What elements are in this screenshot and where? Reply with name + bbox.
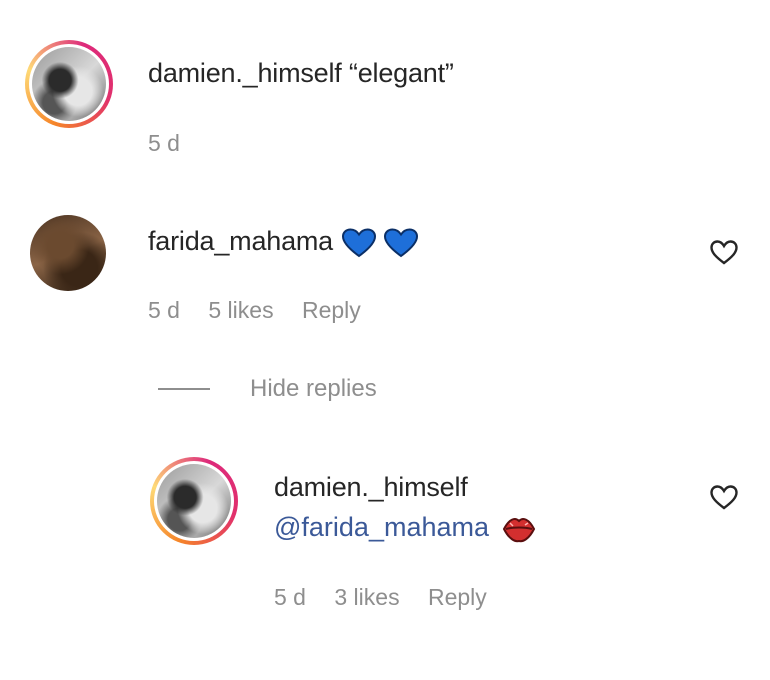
kiss-mark-emoji: [502, 518, 535, 543]
reply-button[interactable]: Reply: [302, 297, 361, 323]
comment-time: 5 d: [148, 130, 180, 156]
like-count[interactable]: 3 likes: [334, 584, 399, 610]
reply-author[interactable]: damien._himself: [274, 472, 468, 503]
comment-meta: 5 d: [148, 130, 202, 157]
mention-link[interactable]: @farida_mahama: [274, 512, 537, 544]
avatar[interactable]: [30, 215, 106, 291]
divider: [158, 388, 210, 390]
avatar[interactable]: [150, 457, 238, 545]
reply-button[interactable]: Reply: [428, 584, 487, 610]
heart-outline-icon[interactable]: [709, 238, 739, 266]
heart-outline-icon[interactable]: [709, 483, 739, 511]
like-count[interactable]: 5 likes: [208, 297, 273, 323]
blue-heart-emoji: [383, 228, 418, 258]
avatar[interactable]: [25, 40, 113, 128]
reply-time: 5 d: [274, 584, 306, 610]
hide-replies-label: Hide replies: [250, 375, 377, 402]
comment-author[interactable]: damien._himself “elegant”: [148, 58, 454, 89]
comment-text: “elegant”: [348, 58, 454, 88]
blue-heart-emoji: [342, 228, 377, 258]
comment-meta: 5 d 5 likes Reply: [148, 297, 383, 324]
comment-author[interactable]: farida_mahama: [148, 226, 418, 258]
hide-replies-button[interactable]: Hide replies: [158, 372, 377, 406]
comment-time: 5 d: [148, 297, 180, 323]
reply-meta: 5 d 3 likes Reply: [274, 584, 509, 611]
